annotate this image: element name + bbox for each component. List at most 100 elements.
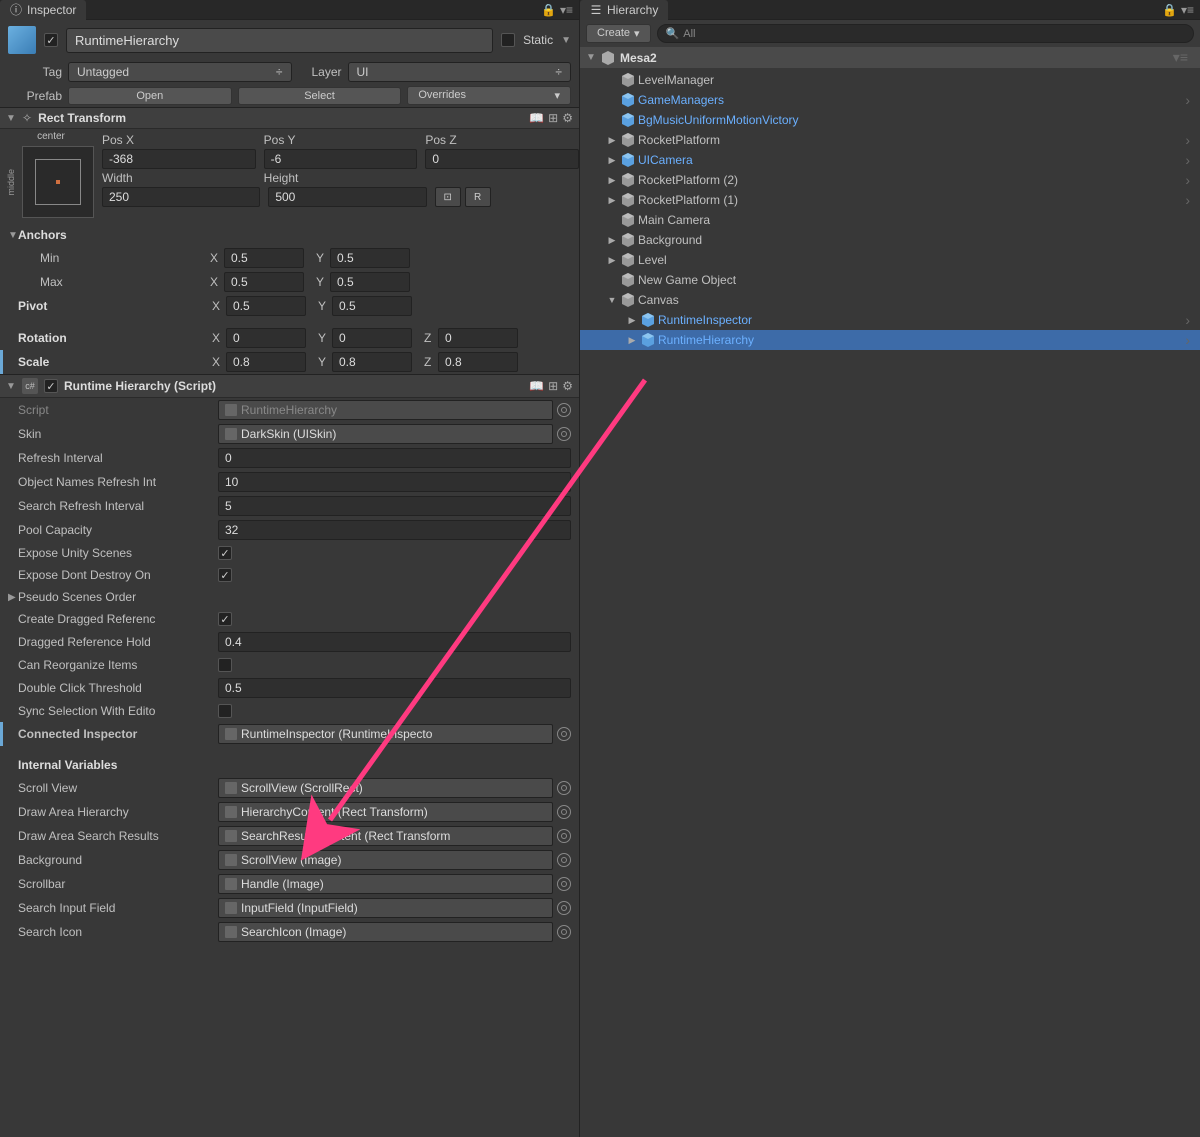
object-picker-icon[interactable] <box>557 829 571 843</box>
foldout-icon[interactable]: ▶ <box>626 315 638 326</box>
active-checkbox[interactable] <box>44 33 58 47</box>
pivot-x-field[interactable] <box>226 296 306 316</box>
rot-x-field[interactable] <box>226 328 306 348</box>
hierarchy-item[interactable]: ▼Canvas <box>580 290 1200 310</box>
anchor-max-y-field[interactable] <box>330 272 410 292</box>
foldout-icon[interactable]: ▶ <box>606 195 618 206</box>
background-field[interactable]: ScrollView (Image) <box>218 850 553 870</box>
raw-edit-button[interactable]: R <box>465 187 491 207</box>
hierarchy-item[interactable]: Main Camera <box>580 210 1200 230</box>
object-picker-icon[interactable] <box>557 805 571 819</box>
foldout-icon[interactable]: ▶ <box>606 155 618 166</box>
hierarchy-item[interactable]: LevelManager <box>580 70 1200 90</box>
width-field[interactable] <box>102 187 260 207</box>
foldout-icon[interactable]: ▶ <box>606 135 618 146</box>
menu-icon[interactable]: ▾≡ <box>560 3 573 17</box>
draw-area-hierarchy-field[interactable]: HierarchyContent (Rect Transform) <box>218 802 553 822</box>
help-icon[interactable]: 📖 <box>529 111 544 125</box>
help-icon[interactable]: 📖 <box>529 379 544 393</box>
hierarchy-item[interactable]: BgMusicUniformMotionVictory <box>580 110 1200 130</box>
scene-menu-icon[interactable]: ▾≡ <box>1173 49 1194 66</box>
foldout-icon[interactable]: ▼ <box>6 113 16 124</box>
preset-icon[interactable]: ⊞ <box>548 379 558 393</box>
prefab-open-button[interactable]: Open <box>68 87 232 105</box>
static-checkbox[interactable] <box>501 33 515 47</box>
object-picker-icon[interactable] <box>557 877 571 891</box>
foldout-icon[interactable]: ▶ <box>606 235 618 246</box>
hierarchy-item[interactable]: ▶RocketPlatform (1)› <box>580 190 1200 210</box>
hierarchy-item[interactable]: ▶Background <box>580 230 1200 250</box>
dragged-hold-field[interactable] <box>218 632 571 652</box>
hierarchy-tab[interactable]: ☰ Hierarchy <box>580 0 668 20</box>
expose-dont-destroy-checkbox[interactable] <box>218 568 232 582</box>
skin-field[interactable]: DarkSkin (UISkin) <box>218 424 553 444</box>
lock-icon[interactable]: 🔒 <box>541 3 556 17</box>
pool-capacity-field[interactable] <box>218 520 571 540</box>
object-picker-icon[interactable] <box>557 727 571 741</box>
foldout-icon[interactable]: ▶ <box>606 175 618 186</box>
anchor-min-y-field[interactable] <box>330 248 410 268</box>
hierarchy-item[interactable]: New Game Object <box>580 270 1200 290</box>
scale-z-field[interactable] <box>438 352 518 372</box>
rot-z-field[interactable] <box>438 328 518 348</box>
object-picker-icon[interactable] <box>557 781 571 795</box>
tag-dropdown[interactable]: Untagged÷ <box>68 62 292 82</box>
hierarchy-item[interactable]: GameManagers› <box>580 90 1200 110</box>
layer-dropdown[interactable]: UI÷ <box>348 62 572 82</box>
prefab-select-button[interactable]: Select <box>238 87 402 105</box>
can-reorganize-checkbox[interactable] <box>218 658 232 672</box>
anchor-preset-widget[interactable] <box>22 146 94 218</box>
height-field[interactable] <box>268 187 426 207</box>
pos-x-field[interactable] <box>102 149 256 169</box>
search-input-obj-field[interactable]: InputField (InputField) <box>218 898 553 918</box>
hierarchy-item[interactable]: ▶UICamera› <box>580 150 1200 170</box>
foldout-icon[interactable]: ▼ <box>6 381 16 392</box>
gear-icon[interactable]: ⚙ <box>562 379 573 393</box>
search-refresh-field[interactable] <box>218 496 571 516</box>
hierarchy-item[interactable]: ▶RuntimeInspector› <box>580 310 1200 330</box>
gear-icon[interactable]: ⚙ <box>562 111 573 125</box>
anchor-min-x-field[interactable] <box>224 248 304 268</box>
foldout-icon[interactable]: ▶ <box>606 255 618 266</box>
create-dragged-checkbox[interactable] <box>218 612 232 626</box>
rot-y-field[interactable] <box>332 328 412 348</box>
obj-names-refresh-field[interactable] <box>218 472 571 492</box>
search-icon-obj-field[interactable]: SearchIcon (Image) <box>218 922 553 942</box>
pos-y-field[interactable] <box>264 149 418 169</box>
scroll-view-field[interactable]: ScrollView (ScrollRect) <box>218 778 553 798</box>
foldout-icon[interactable]: ▶ <box>626 335 638 346</box>
anchor-max-x-field[interactable] <box>224 272 304 292</box>
foldout-icon[interactable]: ▼ <box>606 295 618 305</box>
expose-scenes-checkbox[interactable] <box>218 546 232 560</box>
rect-transform-header[interactable]: ▼ ✧ Rect Transform 📖 ⊞ ⚙ <box>0 107 579 129</box>
object-picker-icon[interactable] <box>557 853 571 867</box>
hierarchy-item[interactable]: ▶RocketPlatform (2)› <box>580 170 1200 190</box>
runtime-hierarchy-header[interactable]: ▼ c# Runtime Hierarchy (Script) 📖 ⊞ ⚙ <box>0 374 579 398</box>
scene-header[interactable]: ▼ Mesa2 ▾≡ <box>580 47 1200 68</box>
scrollbar-field[interactable]: Handle (Image) <box>218 874 553 894</box>
static-dropdown-icon[interactable]: ▼ <box>561 35 571 46</box>
refresh-interval-field[interactable] <box>218 448 571 468</box>
prefab-overrides-button[interactable]: Overrides▾ <box>407 86 571 105</box>
hierarchy-item[interactable]: ▶RocketPlatform› <box>580 130 1200 150</box>
scale-x-field[interactable] <box>226 352 306 372</box>
object-picker-icon[interactable] <box>557 427 571 441</box>
blueprint-mode-button[interactable]: ⊡ <box>435 187 461 207</box>
pivot-y-field[interactable] <box>332 296 412 316</box>
draw-area-search-field[interactable]: SearchResultsContent (Rect Transform <box>218 826 553 846</box>
scene-foldout-icon[interactable]: ▼ <box>586 52 596 63</box>
component-enabled-checkbox[interactable] <box>44 379 58 393</box>
hierarchy-item[interactable]: ▶Level <box>580 250 1200 270</box>
scale-y-field[interactable] <box>332 352 412 372</box>
preset-icon[interactable]: ⊞ <box>548 111 558 125</box>
object-picker-icon[interactable] <box>557 403 571 417</box>
hierarchy-search-input[interactable]: 🔍 All <box>657 24 1194 43</box>
connected-inspector-field[interactable]: RuntimeInspector (RuntimeInspecto <box>218 724 553 744</box>
pseudo-scenes-foldout-icon[interactable]: ▶ <box>8 592 18 603</box>
menu-icon[interactable]: ▾≡ <box>1181 3 1194 17</box>
lock-icon[interactable]: 🔒 <box>1162 3 1177 17</box>
sync-selection-checkbox[interactable] <box>218 704 232 718</box>
gameobject-name-field[interactable] <box>66 28 493 53</box>
inspector-tab[interactable]: ⓘ Inspector <box>0 0 86 20</box>
object-picker-icon[interactable] <box>557 901 571 915</box>
